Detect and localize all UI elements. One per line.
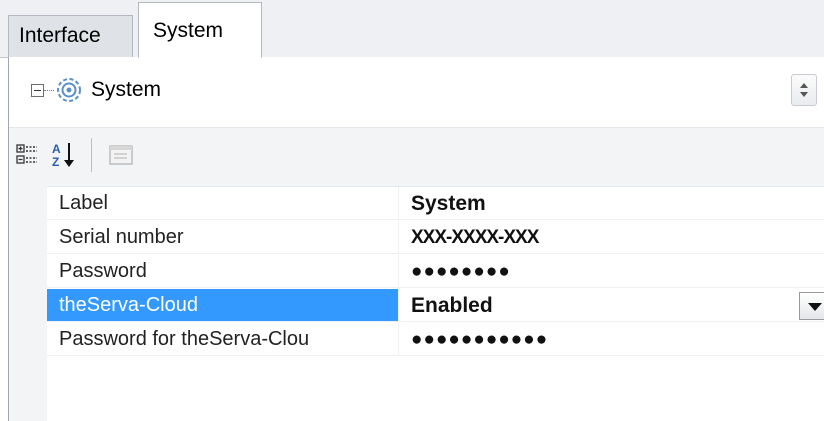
object-spinner[interactable] bbox=[791, 74, 817, 106]
property-name[interactable]: Label bbox=[47, 187, 399, 220]
property-name[interactable]: Password for theServa-Clou bbox=[47, 323, 399, 356]
property-value[interactable]: System bbox=[399, 187, 824, 220]
property-grid: Label System Serial number XXX-XXXX-XXX … bbox=[9, 186, 824, 421]
object-selector[interactable]: System bbox=[9, 57, 824, 127]
property-row-label[interactable]: Label System bbox=[47, 187, 824, 221]
dropdown-arrow-icon[interactable] bbox=[799, 292, 824, 320]
arrow-down-icon[interactable] bbox=[800, 92, 808, 97]
property-row-serial-number[interactable]: Serial number XXX-XXXX-XXX bbox=[47, 221, 824, 255]
svg-text:A: A bbox=[52, 142, 61, 156]
system-panel: System A Z Label System Serial number XX… bbox=[8, 57, 824, 421]
password-value[interactable]: ●●●●●●●● bbox=[399, 255, 824, 288]
property-name[interactable]: theServa-Cloud bbox=[47, 289, 399, 322]
categorized-view-icon[interactable] bbox=[13, 138, 45, 172]
tab-system[interactable]: System bbox=[138, 2, 262, 58]
password-value[interactable]: ●●●●●●●●●●● bbox=[399, 323, 824, 356]
grid-gutter bbox=[9, 186, 47, 421]
property-pages-icon[interactable] bbox=[105, 138, 137, 172]
property-value[interactable]: Enabled bbox=[399, 289, 824, 322]
property-row-password[interactable]: Password ●●●●●●●● bbox=[47, 255, 824, 289]
svg-text:Z: Z bbox=[52, 155, 59, 169]
alphabetical-sort-icon[interactable]: A Z bbox=[49, 138, 81, 172]
tab-interface[interactable]: Interface bbox=[8, 15, 133, 57]
tab-strip: Interface System bbox=[0, 0, 824, 58]
gear-icon bbox=[57, 78, 81, 102]
property-value[interactable]: XXX-XXXX-XXX bbox=[399, 221, 824, 254]
property-name[interactable]: Password bbox=[47, 255, 399, 288]
arrow-up-icon[interactable] bbox=[800, 83, 808, 88]
toolbar-separator bbox=[91, 138, 92, 172]
collapse-icon[interactable] bbox=[31, 84, 44, 97]
dropdown-selected-value: Enabled bbox=[411, 294, 493, 317]
tree-connector bbox=[44, 90, 54, 91]
property-row-theserva-cloud[interactable]: theServa-Cloud Enabled bbox=[47, 289, 824, 323]
object-title: System bbox=[91, 78, 162, 101]
property-name[interactable]: Serial number bbox=[47, 221, 399, 254]
property-row-cloud-password[interactable]: Password for theServa-Clou ●●●●●●●●●●● bbox=[47, 323, 824, 357]
property-toolbar: A Z bbox=[9, 127, 824, 187]
